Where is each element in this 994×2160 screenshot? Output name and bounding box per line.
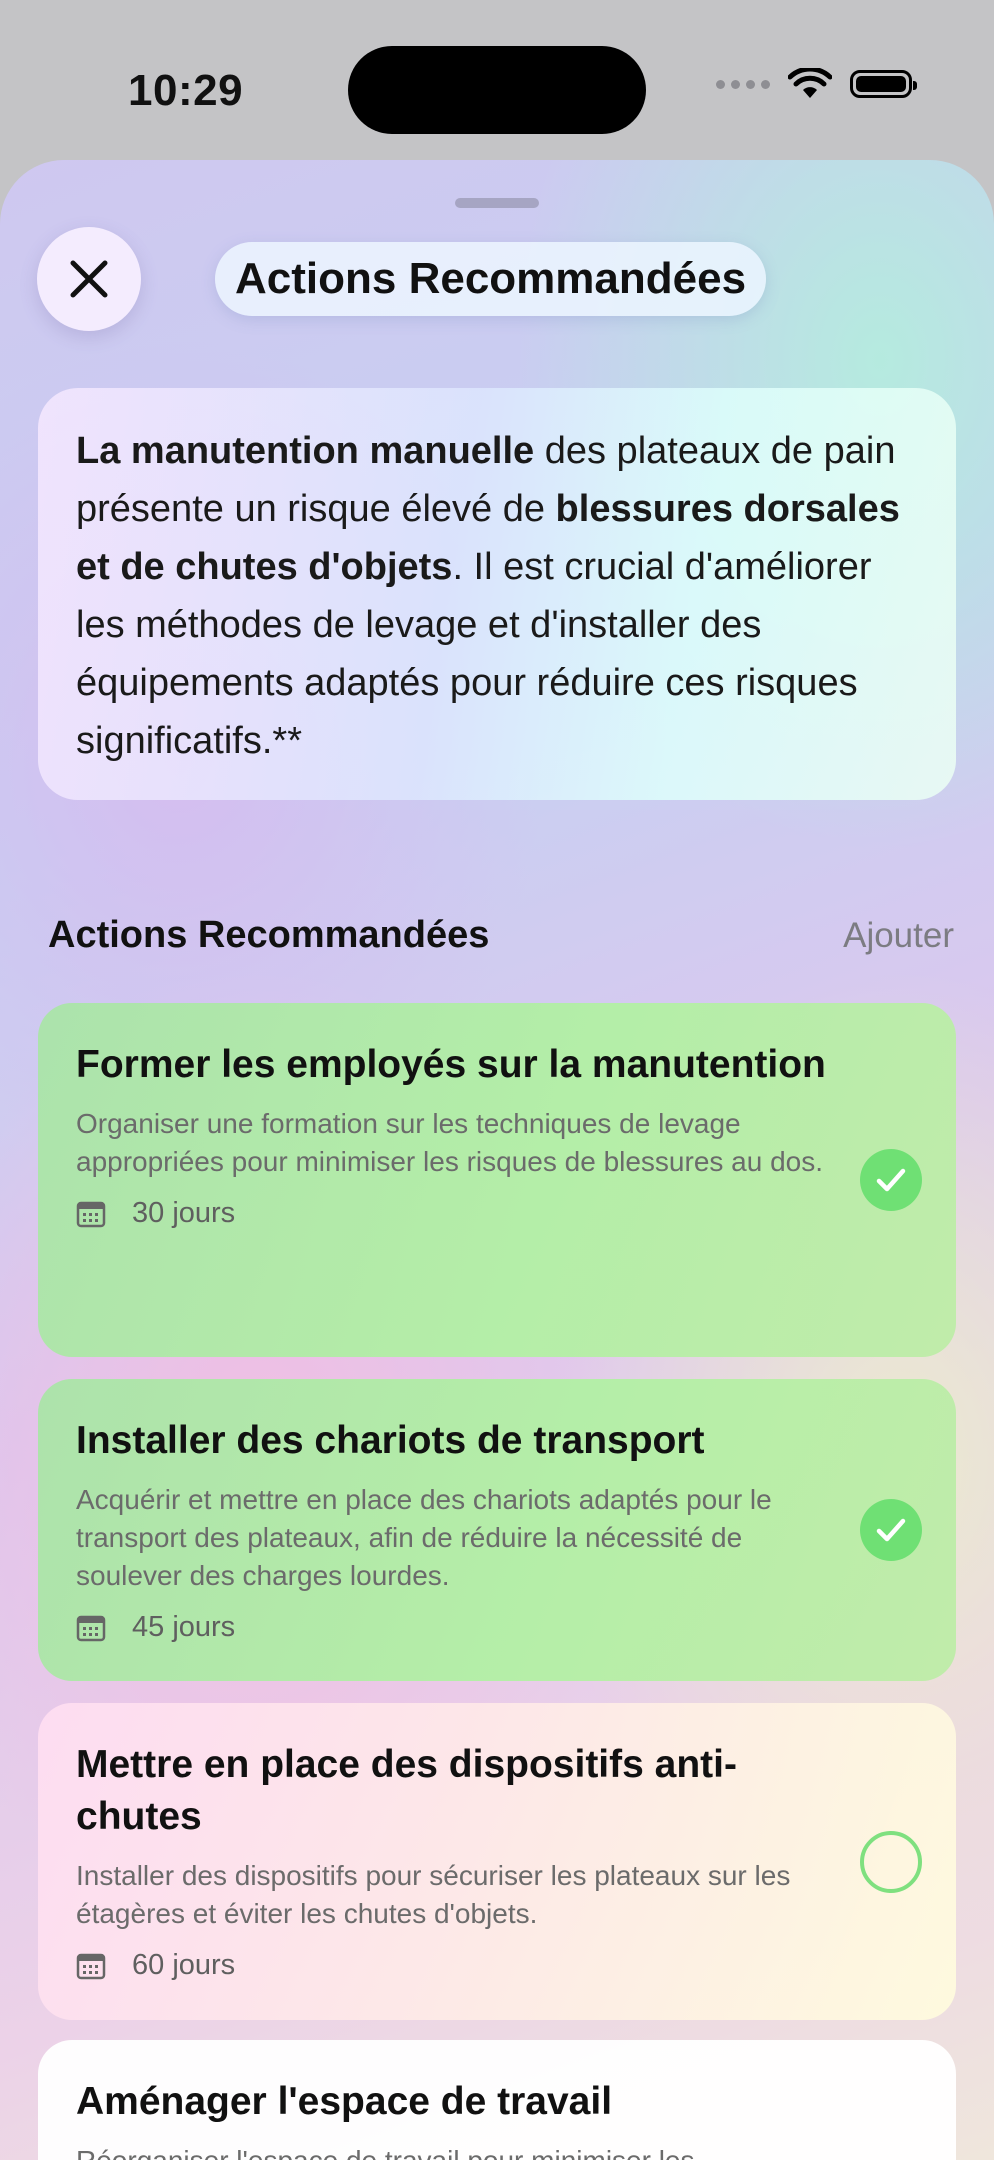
calendar-icon xyxy=(76,1201,106,1227)
action-description: Acquérir et mettre en place des chariots… xyxy=(76,1484,772,1591)
action-description: Réorganiser l'espace de travail pour min… xyxy=(76,2142,836,2160)
page-title: Actions Recommandées xyxy=(215,242,767,316)
action-meta: 30 jours xyxy=(76,1197,836,1230)
action-title: Installer des chariots de transport xyxy=(76,1419,705,1462)
action-duration: 45 jours xyxy=(132,1611,236,1643)
action-card[interactable]: Installer des chariots de transport Acqu… xyxy=(38,1379,956,1681)
bottom-sheet: Actions Recommandées La manutention manu… xyxy=(0,160,994,2160)
wifi-icon xyxy=(788,68,832,98)
checkmark-icon xyxy=(876,1168,906,1192)
summary-text-bold: La manutention manuelle xyxy=(76,430,535,472)
battery-icon xyxy=(850,70,917,98)
add-action-button[interactable]: Ajouter xyxy=(843,916,954,956)
dynamic-island xyxy=(348,46,646,134)
action-description: Organiser une formation sur les techniqu… xyxy=(76,1108,824,1177)
action-title: Aménager l'espace de travail xyxy=(76,2080,613,2123)
cellular-signal-icon xyxy=(716,79,770,89)
action-duration: 30 jours xyxy=(132,1197,236,1229)
close-button[interactable] xyxy=(37,227,141,331)
completion-toggle[interactable] xyxy=(860,1831,922,1893)
action-title: Mettre en place des dispositifs anti-chu… xyxy=(76,1743,737,1838)
action-meta: 45 jours xyxy=(76,1611,836,1644)
close-icon xyxy=(70,260,108,298)
completion-toggle[interactable] xyxy=(860,1499,922,1561)
risk-summary-card: La manutention manuelle des plateaux de … xyxy=(38,388,956,800)
action-meta: 60 jours xyxy=(76,1949,836,1982)
action-description: Installer des dispositifs pour sécuriser… xyxy=(76,1860,791,1929)
action-duration: 60 jours xyxy=(132,1949,236,1981)
action-title: Former les employés sur la manutention xyxy=(76,1043,826,1086)
status-icons xyxy=(716,68,917,100)
sheet-grabber[interactable] xyxy=(455,198,539,208)
action-card[interactable]: Former les employés sur la manutention O… xyxy=(38,1003,956,1357)
status-time: 10:29 xyxy=(128,66,244,115)
completion-toggle[interactable] xyxy=(860,1149,922,1211)
checkmark-icon xyxy=(876,1518,906,1542)
actions-section-header: Actions Recommandées Ajouter xyxy=(48,914,954,957)
action-card[interactable]: Mettre en place des dispositifs anti-chu… xyxy=(38,1703,956,2020)
calendar-icon xyxy=(76,1953,106,1979)
section-title: Actions Recommandées xyxy=(48,914,490,956)
action-card[interactable]: Aménager l'espace de travail Réorganiser… xyxy=(38,2040,956,2160)
calendar-icon xyxy=(76,1615,106,1641)
